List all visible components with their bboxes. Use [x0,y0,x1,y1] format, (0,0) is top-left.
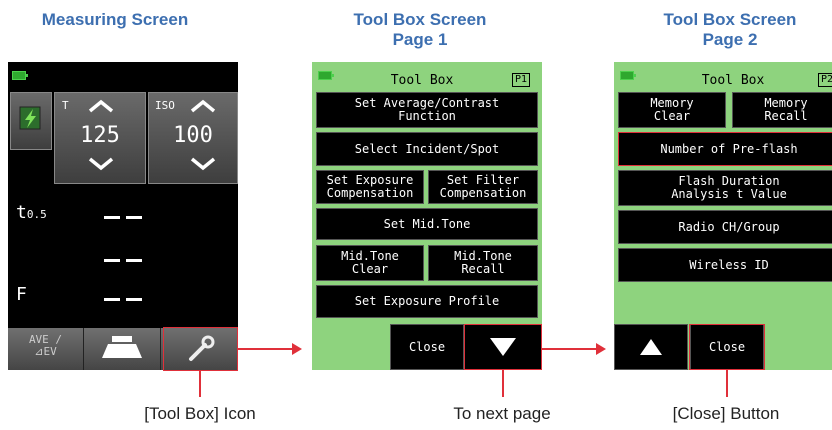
metering-mode-button[interactable] [84,328,161,370]
flash-duration-analysis-button[interactable]: Flash Duration Analysis t Value [618,170,832,206]
mid-tone-recall-button[interactable]: Mid.Tone Recall [428,245,538,281]
chevron-up-icon[interactable] [87,99,115,113]
t05-letter: t [16,202,27,223]
caption-tool-box-icon: [Tool Box] Icon [144,404,256,423]
battery-icon [318,71,334,80]
toolbox-title: Tool Box [390,73,454,88]
leader-line [199,371,201,397]
value-dash [104,216,120,219]
set-average-contrast-button[interactable]: Set Average/Contrast Function [316,92,538,128]
set-mid-tone-button[interactable]: Set Mid.Tone [316,208,538,240]
value-dash [126,298,142,301]
chevron-up-icon[interactable] [189,99,217,113]
t05-label: t0.5 [16,202,47,223]
set-filter-compensation-button[interactable]: Set Filter Compensation [428,170,538,204]
flash-mode-button[interactable] [10,92,52,150]
iso-control[interactable]: ISO 100 [148,92,238,184]
ave-ev-label: AVE / ⊿EV [28,333,63,358]
heading-toolbox-p2: Tool Box Screen Page 2 [663,10,797,49]
chevron-down-icon[interactable] [189,157,217,171]
shutter-speed-value: 125 [80,123,120,148]
arrow-connector [238,348,294,350]
ave-ev-button[interactable]: AVE / ⊿EV [8,328,84,370]
leader-line [502,370,504,397]
meter-head-icon [102,336,142,358]
triangle-up-icon [640,339,662,355]
next-page-highlight [464,324,542,370]
set-exposure-compensation-button[interactable]: Set Exposure Compensation [316,170,424,204]
caption-next-page: To next page [453,404,551,423]
value-dash [104,298,120,301]
t05-subscript: 0.5 [26,208,47,221]
set-exposure-profile-button[interactable]: Set Exposure Profile [316,285,538,318]
f-label: F [16,284,27,305]
arrow-connector [542,348,598,350]
memory-recall-button[interactable]: Memory Recall [732,92,832,128]
tool-box-highlight [163,327,238,371]
previous-page-button[interactable] [614,324,688,370]
t-label: T [62,99,69,112]
value-dash [126,216,142,219]
arrow-head [596,343,606,355]
close-button-highlight [689,324,765,370]
mid-tone-clear-button[interactable]: Mid.Tone Clear [316,245,424,281]
page-indicator: P1 [512,73,531,87]
arrow-head [292,343,302,355]
value-dash [126,259,142,262]
iso-label: ISO [155,99,175,112]
measuring-screen: T 125 ISO 100 t0.5 F AVE / ⊿EV [8,62,238,370]
page-indicator: P2 [818,73,832,87]
toolbox-title: Tool Box [701,73,765,88]
memory-clear-button[interactable]: Memory Clear [618,92,726,128]
heading-toolbox-p1: Tool Box Screen Page 1 [353,10,487,49]
iso-value: 100 [173,123,213,148]
battery-icon [12,71,28,80]
wireless-id-button[interactable]: Wireless ID [618,248,832,282]
leader-line [726,370,728,397]
select-incident-spot-button[interactable]: Select Incident/Spot [316,132,538,166]
battery-icon [620,71,636,80]
number-of-pre-flash-button[interactable]: Number of Pre-flash [618,132,832,166]
radio-ch-group-button[interactable]: Radio CH/Group [618,210,832,244]
shutter-speed-control[interactable]: T 125 [54,92,146,184]
caption-close-button: [Close] Button [672,404,780,423]
flash-icon [19,106,41,130]
value-dash [104,259,120,262]
close-button[interactable]: Close [390,324,464,370]
chevron-down-icon[interactable] [87,157,115,171]
heading-measuring: Measuring Screen [41,10,189,29]
